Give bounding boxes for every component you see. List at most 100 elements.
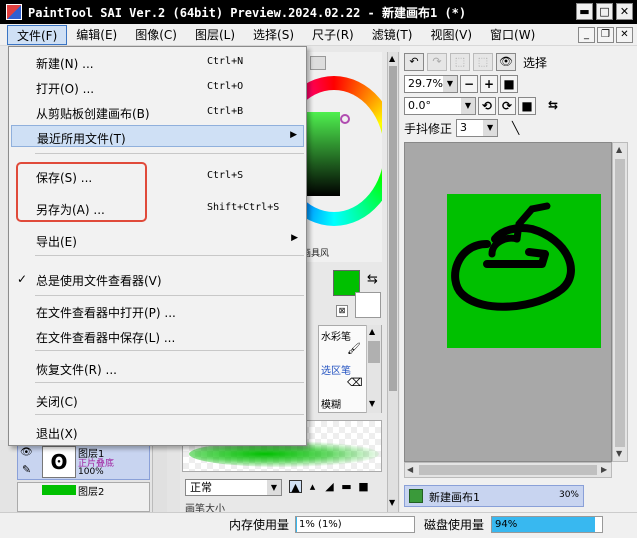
canvas-vscroll-thumb[interactable] <box>615 159 625 447</box>
redo-button[interactable]: ↷ <box>427 53 447 71</box>
scroll-up-icon[interactable]: ▲ <box>616 145 622 154</box>
menu-item-label: 新建(N) ... <box>36 57 94 71</box>
maximize-button[interactable]: □ <box>596 3 613 20</box>
menu-window[interactable]: 窗口(W) <box>481 25 544 45</box>
menu-view[interactable]: 视图(V) <box>421 25 481 45</box>
stabilizer-label: 手抖修正 <box>404 121 453 136</box>
tool-scroll-thumb[interactable] <box>368 341 380 363</box>
menu-filter[interactable]: 滤镜(T) <box>363 25 422 45</box>
menu-item-shortcut: Ctrl+O <box>207 81 244 92</box>
menu-item-label: 最近所用文件(T) <box>37 132 126 146</box>
scroll-left-icon[interactable]: ◀ <box>407 465 413 474</box>
stabilizer-row: 手抖修正 3 ▼ ╲ <box>404 118 519 138</box>
menu-file[interactable]: 文件(F) <box>7 24 68 45</box>
tip-flat-icon[interactable]: ▬ <box>340 480 353 493</box>
tool-blur[interactable]: 模糊 <box>321 396 341 411</box>
zoom-reset-button[interactable]: ■ <box>500 75 518 93</box>
minimize-button[interactable]: ▬ <box>576 3 593 20</box>
color-square[interactable] <box>304 112 340 196</box>
menu-item-label: 总是使用文件查看器(V) <box>36 274 162 288</box>
blend-mode-select[interactable]: 正常 ▼ <box>185 479 282 496</box>
rotate-right-button[interactable]: ⟳ <box>498 97 516 115</box>
palette-button[interactable] <box>310 56 326 70</box>
close-button[interactable]: ✕ <box>616 3 633 20</box>
menu-item-recover[interactable]: 恢复文件(R) ... <box>11 357 304 379</box>
rotate-left-button[interactable]: ⟲ <box>478 97 496 115</box>
menu-edit[interactable]: 编辑(E) <box>67 25 126 45</box>
menu-item-exit[interactable]: 退出(X) <box>11 421 304 443</box>
doc-close-button[interactable]: ✕ <box>616 27 633 43</box>
tip-square-icon[interactable]: ■ <box>357 480 370 493</box>
panel-scroll-thumb[interactable] <box>389 66 397 391</box>
canvas-hscroll-thumb[interactable] <box>419 465 597 475</box>
menu-item-label: 恢复文件(R) ... <box>36 363 117 377</box>
eye-icon[interactable]: 👁 <box>20 447 33 458</box>
rotation-value: 0.0° <box>408 99 431 112</box>
menu-select[interactable]: 选择(S) <box>244 25 303 45</box>
deselect-button[interactable]: ⬚ <box>450 53 470 71</box>
memory-usage-fill <box>296 517 298 532</box>
menu-image[interactable]: 图像(C) <box>126 25 186 45</box>
menu-item-from-clipboard[interactable]: 从剪贴板创建画布(B) Ctrl+B <box>11 101 304 123</box>
layer-thumbnail: ʘ <box>42 446 76 478</box>
chevron-down-icon: ▼ <box>461 98 475 114</box>
submenu-arrow-icon: ▶ <box>291 233 298 243</box>
panel-scrollbar[interactable]: ▲ ▼ <box>387 52 399 512</box>
menu-item-open[interactable]: 打开(O) ... Ctrl+O <box>11 76 304 98</box>
menu-item-new[interactable]: 新建(N) ... Ctrl+N <box>11 51 304 73</box>
invert-selection-button[interactable]: ⬚ <box>473 53 493 71</box>
document-controls: _ ❐ ✕ <box>578 27 633 43</box>
tool-scrollbar[interactable]: ▲ ▼ <box>366 325 381 413</box>
layer-thumbnail <box>42 485 76 495</box>
tool-selection-pen[interactable]: 选区笔 <box>321 362 351 377</box>
rotation-reset-button[interactable]: ■ <box>518 97 536 115</box>
selection-eraser-icon[interactable]: ⌫ <box>347 376 363 389</box>
scroll-up-icon[interactable]: ▲ <box>389 54 395 63</box>
menu-item-label: 关闭(C) <box>36 395 78 409</box>
tip-sharp-icon[interactable]: ▲ <box>289 480 302 494</box>
document-zoom: 30% <box>558 490 579 500</box>
eye-icon[interactable]: 👁 <box>496 53 516 71</box>
background-color-swatch[interactable] <box>355 292 381 318</box>
zoom-out-button[interactable]: − <box>460 75 478 93</box>
hue-marker[interactable] <box>340 114 350 124</box>
zoom-field[interactable]: 29.7% ▼ <box>404 75 458 93</box>
line-tool-icon[interactable]: ╲ <box>512 121 519 135</box>
doc-restore-button[interactable]: ❐ <box>597 27 614 43</box>
layer-item-1[interactable]: 👁 ✎ ʘ 图层1 正片叠底 100% <box>17 444 150 480</box>
menu-item-recent-files[interactable]: 最近所用文件(T) ▶ <box>11 125 304 147</box>
document-tab[interactable]: 新建画布1 30% <box>404 485 584 507</box>
layer-item-2[interactable]: 图层2 <box>17 482 150 512</box>
flip-horizontal-icon[interactable]: ⇆ <box>544 97 562 115</box>
menu-layer[interactable]: 图层(L) <box>186 25 244 45</box>
undo-button[interactable]: ↶ <box>404 53 424 71</box>
scroll-down-icon[interactable]: ▼ <box>389 498 395 507</box>
zoom-in-button[interactable]: + <box>480 75 498 93</box>
watercolor-brush-icon[interactable]: 🖌 <box>347 342 361 355</box>
stabilizer-select[interactable]: 3 ▼ <box>456 119 499 137</box>
menu-ruler[interactable]: 尺子(R) <box>303 25 363 45</box>
menu-item-open-in-viewer[interactable]: 在文件查看器中打开(P) ... <box>11 300 304 322</box>
menu-item-export[interactable]: 导出(E) ▶ <box>11 229 304 251</box>
doc-minimize-button[interactable]: _ <box>578 27 595 43</box>
swap-colors-icon[interactable]: ⇆ <box>367 272 378 287</box>
menu-item-close[interactable]: 关闭(C) <box>11 389 304 411</box>
canvas-artwork[interactable] <box>447 194 601 348</box>
canvas-vertical-scrollbar[interactable]: ▲ ▼ <box>612 142 628 462</box>
scroll-up-icon[interactable]: ▲ <box>369 327 375 336</box>
menu-item-label: 退出(X) <box>36 427 78 441</box>
tip-round-icon[interactable]: ▴ <box>306 480 319 493</box>
tip-soft-icon[interactable]: ◢ <box>323 480 336 493</box>
layer-scrollbar[interactable] <box>152 440 167 512</box>
color-wheel-panel <box>300 52 382 262</box>
scroll-right-icon[interactable]: ▶ <box>601 465 607 474</box>
menu-item-save-in-viewer[interactable]: 在文件查看器中保存(L) ... <box>11 325 304 347</box>
menu-item-always-use-viewer[interactable]: ✓ 总是使用文件查看器(V) <box>11 268 304 290</box>
transparent-color-icon[interactable]: ⊠ <box>336 305 348 317</box>
scroll-down-icon[interactable]: ▼ <box>616 449 622 458</box>
tool-watercolor[interactable]: 水彩笔 <box>321 328 351 343</box>
rotation-field[interactable]: 0.0° ▼ <box>404 97 476 115</box>
menu-separator <box>35 153 304 154</box>
scroll-down-icon[interactable]: ▼ <box>369 399 375 408</box>
canvas-horizontal-scrollbar[interactable]: ◀ ▶ <box>404 462 612 478</box>
